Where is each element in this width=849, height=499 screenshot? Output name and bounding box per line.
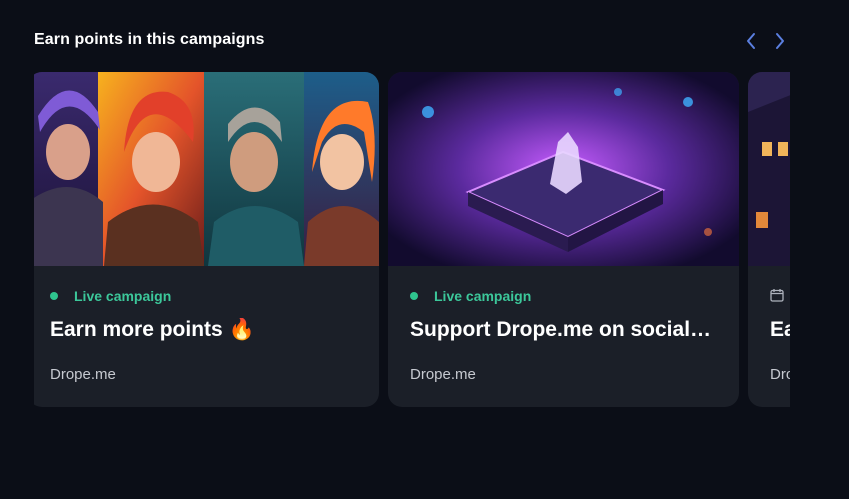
campaign-title: Support Drope.me on social… [410,318,712,341]
campaign-title: Ea [770,318,790,341]
campaign-status: Live campaign [50,288,171,304]
campaign-card[interactable]: Live campaign Earn more points 🔥 Drope.m… [34,72,379,407]
campaigns-section: Earn points in this campaigns Live campa… [0,0,849,499]
campaign-organizer: Dro [770,366,790,383]
live-dot-icon [410,292,418,300]
campaign-image [34,72,379,266]
campaign-title: Earn more points 🔥 [50,318,255,341]
calendar-icon [770,289,784,302]
campaign-image [748,72,790,266]
section-title: Earn points in this campaigns [34,31,265,48]
campaign-image [388,72,739,266]
campaign-status: Live campaign [410,288,531,304]
chevron-right-icon [776,33,784,49]
carousel-prev-button[interactable] [741,30,761,52]
campaign-status-label: Live campaign [434,288,532,304]
campaign-card[interactable]: Ea Dro [748,72,790,407]
carousel-next-button[interactable] [770,30,790,52]
campaign-card[interactable]: Live campaign Support Drope.me on social… [388,72,739,407]
chevron-left-icon [747,33,755,49]
campaign-organizer: Drope.me [50,366,116,383]
live-dot-icon [50,292,58,300]
campaign-status [770,288,784,302]
campaign-status-label: Live campaign [74,288,172,304]
campaign-organizer: Drope.me [410,366,476,383]
campaign-carousel[interactable]: Live campaign Earn more points 🔥 Drope.m… [34,72,790,408]
